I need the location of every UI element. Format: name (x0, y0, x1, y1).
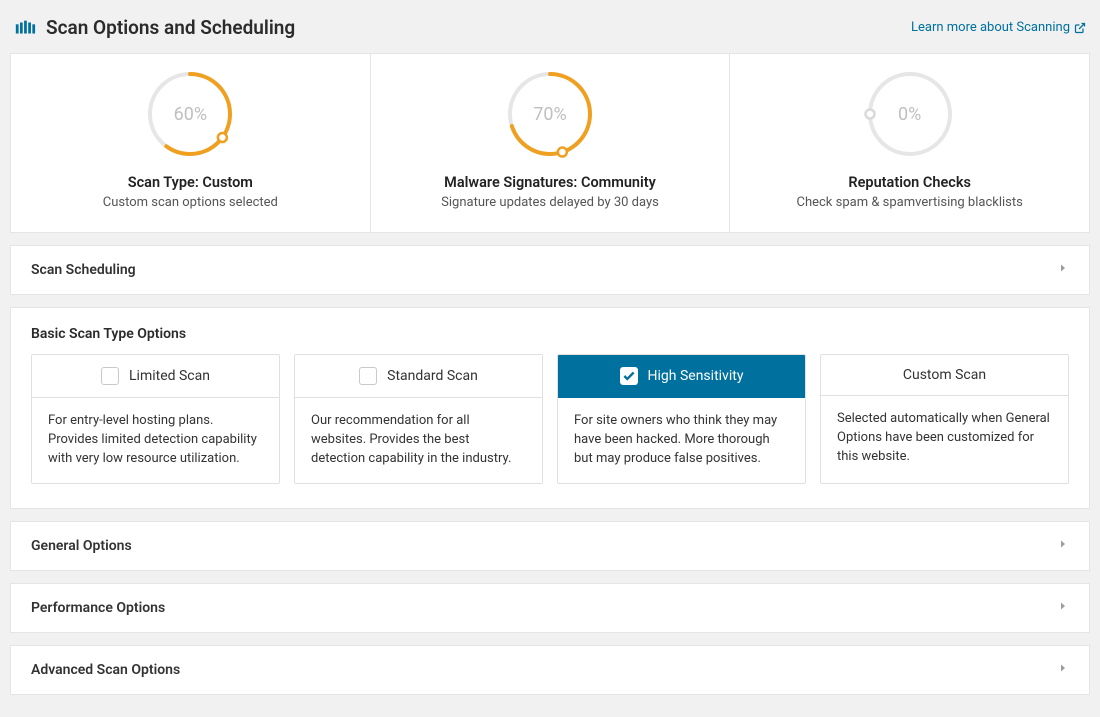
scan-type-header[interactable]: Custom Scan (821, 355, 1068, 396)
status-title: Reputation Checks (848, 174, 971, 191)
scan-type-card-3[interactable]: Custom Scan Selected automatically when … (820, 354, 1069, 484)
progress-percent: 60% (144, 68, 236, 160)
status-row: 60% Scan Type: Custom Custom scan option… (10, 53, 1090, 233)
progress-ring: 0% (864, 68, 956, 160)
checkbox-icon[interactable] (359, 367, 377, 385)
scan-type-label: Limited Scan (129, 368, 210, 384)
shield-logo-icon (14, 17, 36, 39)
scan-type-header[interactable]: High Sensitivity (558, 355, 805, 398)
status-subtitle: Custom scan options selected (103, 195, 278, 210)
chevron-right-icon (1057, 600, 1069, 616)
performance-options-label: Performance Options (31, 600, 165, 616)
scan-type-label: Custom Scan (903, 367, 986, 383)
general-options-accordion[interactable]: General Options (10, 521, 1090, 571)
advanced-scan-options-header[interactable]: Advanced Scan Options (11, 646, 1089, 694)
scan-type-header[interactable]: Standard Scan (295, 355, 542, 398)
progress-ring: 70% (504, 68, 596, 160)
general-options-label: General Options (31, 538, 132, 554)
progress-percent: 0% (864, 68, 956, 160)
status-card-2: 0% Reputation Checks Check spam & spamve… (730, 54, 1089, 232)
status-subtitle: Signature updates delayed by 30 days (441, 195, 659, 210)
basic-scan-type-section: Basic Scan Type Options Limited Scan For… (10, 307, 1090, 509)
scan-scheduling-accordion[interactable]: Scan Scheduling (10, 245, 1090, 295)
scan-type-description: For site owners who think they may have … (558, 398, 805, 483)
scan-type-card-1[interactable]: Standard Scan Our recommendation for all… (294, 354, 543, 484)
chevron-right-icon (1057, 662, 1069, 678)
status-title: Malware Signatures: Community (444, 174, 656, 191)
progress-ring: 60% (144, 68, 236, 160)
scan-type-label: High Sensitivity (648, 368, 744, 384)
chevron-right-icon (1057, 538, 1069, 554)
scan-scheduling-label: Scan Scheduling (31, 262, 136, 278)
scan-type-label: Standard Scan (387, 368, 478, 384)
header-left: Scan Options and Scheduling (14, 16, 295, 39)
page-header: Scan Options and Scheduling Learn more a… (10, 10, 1090, 53)
scan-scheduling-header[interactable]: Scan Scheduling (11, 246, 1089, 294)
performance-options-accordion[interactable]: Performance Options (10, 583, 1090, 633)
basic-scan-type-title: Basic Scan Type Options (11, 308, 1089, 354)
advanced-scan-options-accordion[interactable]: Advanced Scan Options (10, 645, 1090, 695)
scan-type-header[interactable]: Limited Scan (32, 355, 279, 398)
learn-more-text: Learn more about Scanning (911, 20, 1070, 35)
status-subtitle: Check spam & spamvertising blacklists (796, 195, 1022, 210)
scan-type-card-0[interactable]: Limited Scan For entry-level hosting pla… (31, 354, 280, 484)
performance-options-header[interactable]: Performance Options (11, 584, 1089, 632)
status-title: Scan Type: Custom (128, 174, 253, 191)
scan-type-description: Our recommendation for all websites. Pro… (295, 398, 542, 483)
checkbox-icon[interactable] (101, 367, 119, 385)
scan-type-grid: Limited Scan For entry-level hosting pla… (11, 354, 1089, 508)
learn-more-link[interactable]: Learn more about Scanning (911, 20, 1086, 35)
chevron-right-icon (1057, 262, 1069, 278)
progress-percent: 70% (504, 68, 596, 160)
external-link-icon (1074, 22, 1086, 34)
general-options-header[interactable]: General Options (11, 522, 1089, 570)
scan-type-description: For entry-level hosting plans. Provides … (32, 398, 279, 483)
checkbox-checked-icon[interactable] (620, 367, 638, 385)
page-title: Scan Options and Scheduling (46, 16, 295, 39)
scan-type-card-2[interactable]: High Sensitivity For site owners who thi… (557, 354, 806, 484)
status-card-1: 70% Malware Signatures: Community Signat… (371, 54, 731, 232)
status-card-0: 60% Scan Type: Custom Custom scan option… (11, 54, 371, 232)
scan-type-description: Selected automatically when General Opti… (821, 396, 1068, 481)
advanced-scan-options-label: Advanced Scan Options (31, 662, 180, 678)
